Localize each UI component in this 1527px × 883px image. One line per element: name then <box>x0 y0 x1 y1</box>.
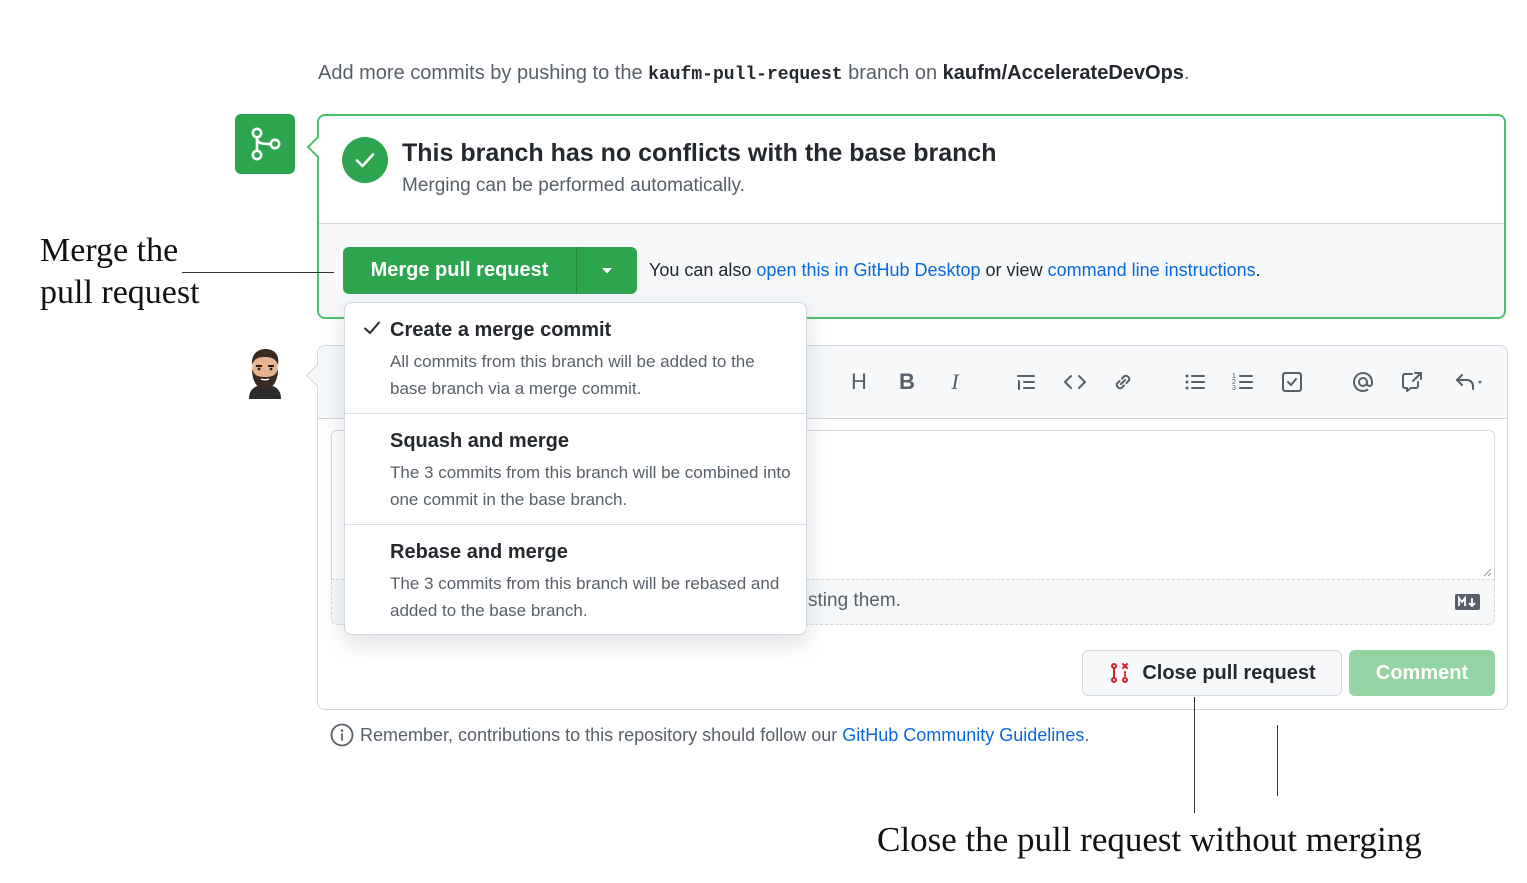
italic-icon[interactable]: I <box>941 368 969 396</box>
merge-option-description: The 3 commits from this branch will be r… <box>390 574 780 620</box>
attach-files-text: sting them. <box>808 590 901 611</box>
quote-icon[interactable] <box>1012 368 1040 396</box>
command-line-instructions-link[interactable]: command line instructions <box>1048 260 1256 280</box>
merge-options-menu: Create a merge commit All commits from t… <box>344 302 807 635</box>
push-instructions: Add more commits by pushing to the kaufm… <box>318 62 1190 85</box>
code-icon[interactable] <box>1061 368 1089 396</box>
close-annotation: Close the pull request without merging <box>877 820 1422 859</box>
merge-annotation: Merge the pull request <box>40 232 200 311</box>
community-guidelines-link[interactable]: GitHub Community Guidelines <box>842 725 1084 745</box>
merge-options-dropdown-toggle[interactable] <box>577 247 637 294</box>
ordered-list-icon[interactable]: 123 <box>1229 368 1257 396</box>
close-annotation-leader-line <box>1277 725 1278 796</box>
open-in-desktop-link[interactable]: open this in GitHub Desktop <box>756 260 980 280</box>
git-pull-request-closed-icon <box>1111 663 1129 683</box>
caret-down-icon <box>602 267 612 273</box>
svg-text:3: 3 <box>1232 385 1236 392</box>
check-circle-icon <box>342 137 388 183</box>
merge-annotation-leader-line <box>182 272 334 273</box>
merge-option-title: Rebase and merge <box>390 541 568 563</box>
repo-name: kaufm/AccelerateDevOps <box>942 62 1184 84</box>
merge-button-group: Merge pull request <box>343 247 637 294</box>
merge-option-description: The 3 commits from this branch will be c… <box>390 463 791 509</box>
git-merge-icon <box>235 114 295 174</box>
close-pull-request-label: Close pull request <box>1142 661 1316 684</box>
check-icon <box>364 321 380 334</box>
alternative-merge-text: You can also open this in GitHub Desktop… <box>649 260 1261 280</box>
guidelines-notice: Remember, contributions to this reposito… <box>330 723 1089 747</box>
close-annotation-leader-line <box>1194 697 1195 813</box>
close-pull-request-button[interactable]: Close pull request <box>1082 650 1342 696</box>
bold-icon[interactable]: B <box>893 368 921 396</box>
avatar[interactable] <box>245 347 285 401</box>
merge-option-title: Create a merge commit <box>390 319 612 341</box>
unordered-list-icon[interactable] <box>1181 368 1209 396</box>
task-list-icon[interactable] <box>1278 368 1306 396</box>
merge-status-subtitle: Merging can be performed automatically. <box>402 175 745 196</box>
branch-name: kaufm-pull-request <box>648 65 843 85</box>
merge-option-squash-and-merge[interactable]: Squash and merge The 3 commits from this… <box>345 414 806 525</box>
resize-handle-icon[interactable] <box>1482 567 1492 577</box>
reference-icon[interactable] <box>1398 368 1426 396</box>
link-icon[interactable] <box>1109 368 1137 396</box>
markdown-icon[interactable] <box>1455 594 1480 610</box>
reply-icon[interactable] <box>1447 368 1493 396</box>
mention-icon[interactable] <box>1349 368 1377 396</box>
merge-pull-request-button[interactable]: Merge pull request <box>343 247 577 294</box>
merge-option-rebase-and-merge[interactable]: Rebase and merge The 3 commits from this… <box>345 525 806 636</box>
heading-icon[interactable]: H <box>845 368 873 396</box>
merge-status-title: This branch has no conflicts with the ba… <box>402 139 997 167</box>
merge-option-description: All commits from this branch will be add… <box>390 352 755 398</box>
info-icon <box>330 723 354 747</box>
merge-option-create-merge-commit[interactable]: Create a merge commit All commits from t… <box>345 303 806 414</box>
comment-button[interactable]: Comment <box>1349 650 1495 696</box>
merge-option-title: Squash and merge <box>390 430 569 452</box>
